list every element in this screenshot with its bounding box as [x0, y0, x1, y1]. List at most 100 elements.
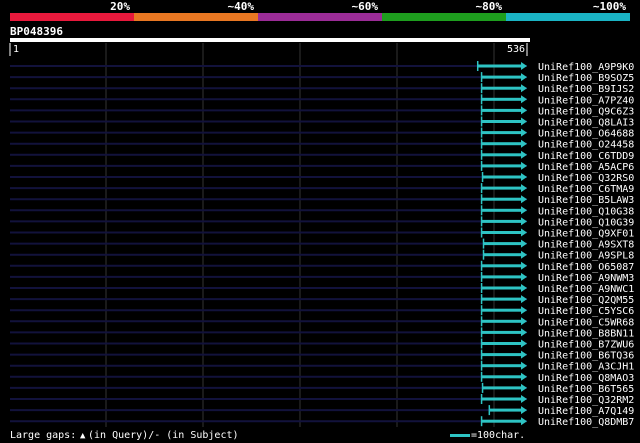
hit-arrow [521, 239, 527, 248]
hit-bar[interactable] [481, 142, 522, 146]
hit-arrow [521, 228, 527, 237]
hit-label[interactable]: UniRef100_A7PZ40 [538, 95, 634, 106]
hit-bar[interactable] [481, 330, 522, 334]
hit-label[interactable]: UniRef100_A9SXT8 [538, 240, 634, 251]
hit-bar[interactable] [483, 253, 522, 257]
hit-label[interactable]: UniRef100_A9NWC1 [538, 284, 634, 295]
hit-label[interactable]: UniRef100_Q32RM2 [538, 395, 634, 406]
hit-arrow [521, 217, 527, 226]
hit-label[interactable]: UniRef100_Q32RS0 [538, 173, 634, 184]
hit-label[interactable]: UniRef100_O65087 [538, 262, 634, 273]
hit-bar[interactable] [481, 97, 522, 101]
hit-bar[interactable] [481, 186, 522, 190]
hit-label[interactable]: UniRef100_C6TDD9 [538, 151, 634, 162]
hit-bar[interactable] [481, 397, 522, 401]
scale-segment [506, 13, 630, 21]
hit-label[interactable]: UniRef100_A9P9K0 [538, 62, 634, 73]
hit-rows: UniRef100_A9P9K0UniRef100_B9SOZ5UniRef10… [10, 61, 634, 428]
identity-scale-bar: 20% ~40% ~60% ~80% ~100% [10, 0, 630, 21]
hit-label[interactable]: UniRef100_B5LAW3 [538, 195, 634, 206]
hit-arrow [521, 406, 527, 415]
hit-bar[interactable] [481, 153, 522, 157]
hit-bar[interactable] [481, 231, 522, 234]
hit-bar[interactable] [482, 386, 522, 390]
gaps-text: (in Query)/- (in Subject) [88, 430, 239, 441]
hit-bar[interactable] [481, 364, 522, 368]
hit-arrow [521, 206, 527, 215]
hit-label[interactable]: UniRef100_O64688 [538, 129, 634, 140]
hit-label[interactable]: UniRef100_A7Q149 [538, 406, 634, 417]
hit-label[interactable]: UniRef100_Q9C6Z3 [538, 106, 634, 117]
hit-bar[interactable] [481, 286, 522, 290]
hit-arrow [521, 106, 527, 115]
hit-label[interactable]: UniRef100_B9SOZ5 [538, 73, 634, 84]
hit-arrow [521, 62, 527, 70]
hit-bar[interactable] [481, 86, 522, 90]
hit-label[interactable]: UniRef100_A9NWM3 [538, 273, 634, 284]
scale-label: ~40% [228, 0, 255, 13]
length-legend-swatch [450, 434, 470, 437]
hit-arrow [521, 84, 527, 93]
hit-label[interactable]: UniRef100_Q8LAI3 [538, 118, 634, 129]
hit-label[interactable]: UniRef100_C5WR68 [538, 317, 634, 328]
hit-label[interactable]: UniRef100_Q8DMB7 [538, 417, 634, 428]
hit-label[interactable]: UniRef100_Q2QM55 [538, 295, 634, 306]
hit-bar[interactable] [481, 208, 522, 212]
hit-label[interactable]: UniRef100_O24458 [538, 140, 634, 151]
hit-bar[interactable] [481, 308, 522, 312]
hit-label[interactable]: UniRef100_A3CJH1 [538, 362, 634, 373]
hit-bar[interactable] [481, 342, 522, 345]
hit-bar[interactable] [481, 108, 522, 112]
hit-label[interactable]: UniRef100_Q10G39 [538, 217, 634, 228]
hit-bar[interactable] [481, 120, 522, 123]
hit-bar[interactable] [481, 319, 522, 323]
ruler-start-label: 1 [13, 44, 19, 55]
hit-arrow [521, 317, 527, 326]
hit-label[interactable]: UniRef100_A9SPL8 [538, 251, 634, 262]
hit-bar[interactable] [481, 275, 522, 279]
hit-bar[interactable] [481, 197, 522, 201]
hit-bar[interactable] [489, 408, 522, 412]
hit-label[interactable]: UniRef100_Q10G38 [538, 206, 634, 217]
hit-label[interactable]: UniRef100_C5YSC6 [538, 306, 634, 317]
hit-arrow [521, 272, 527, 281]
hit-arrow [521, 339, 527, 348]
hit-arrow [521, 117, 527, 126]
hit-bar[interactable] [481, 297, 522, 301]
hit-label[interactable]: UniRef100_B9IJS2 [538, 84, 634, 95]
hit-bar[interactable] [481, 219, 522, 223]
length-legend-label: =100char. [471, 430, 525, 441]
hit-arrow [521, 295, 527, 304]
hit-label[interactable]: UniRef100_Q9XF01 [538, 229, 634, 240]
hit-label[interactable]: UniRef100_B8BN11 [538, 328, 634, 339]
hit-arrow [521, 173, 527, 181]
hit-label[interactable]: UniRef100_Q8MAO3 [538, 373, 634, 384]
hit-label[interactable]: UniRef100_B7ZWU6 [538, 340, 634, 351]
scale-label: ~80% [476, 0, 503, 13]
grid-lines [105, 43, 495, 427]
scale-segment [134, 13, 258, 21]
hit-bar[interactable] [482, 175, 522, 179]
hit-bar[interactable] [481, 131, 522, 135]
query-bar [10, 38, 530, 42]
scale-label: 20% [110, 0, 130, 13]
hit-label[interactable]: UniRef100_B6TQ36 [538, 351, 634, 362]
hit-bar[interactable] [481, 75, 522, 79]
hit-arrow [521, 328, 527, 337]
ruler-end-label: 536 [507, 44, 525, 55]
hit-arrow [521, 361, 527, 370]
hit-label[interactable]: UniRef100_C6TMA9 [538, 184, 634, 195]
hit-bar[interactable] [483, 242, 522, 246]
hit-bar[interactable] [481, 353, 522, 357]
hit-arrow [521, 73, 527, 82]
hit-label[interactable]: UniRef100_A5ACP6 [538, 162, 634, 173]
hit-label[interactable]: UniRef100_B6T565 [538, 384, 634, 395]
hit-bar[interactable] [481, 375, 522, 379]
hit-arrow [521, 383, 527, 392]
hit-bar[interactable] [481, 164, 522, 168]
gap-glyph-icon: ▲ [80, 431, 86, 441]
query-id: BP048396 [10, 25, 63, 38]
hit-bar[interactable] [477, 64, 522, 68]
hit-bar[interactable] [481, 264, 522, 268]
hit-bar[interactable] [481, 419, 522, 423]
